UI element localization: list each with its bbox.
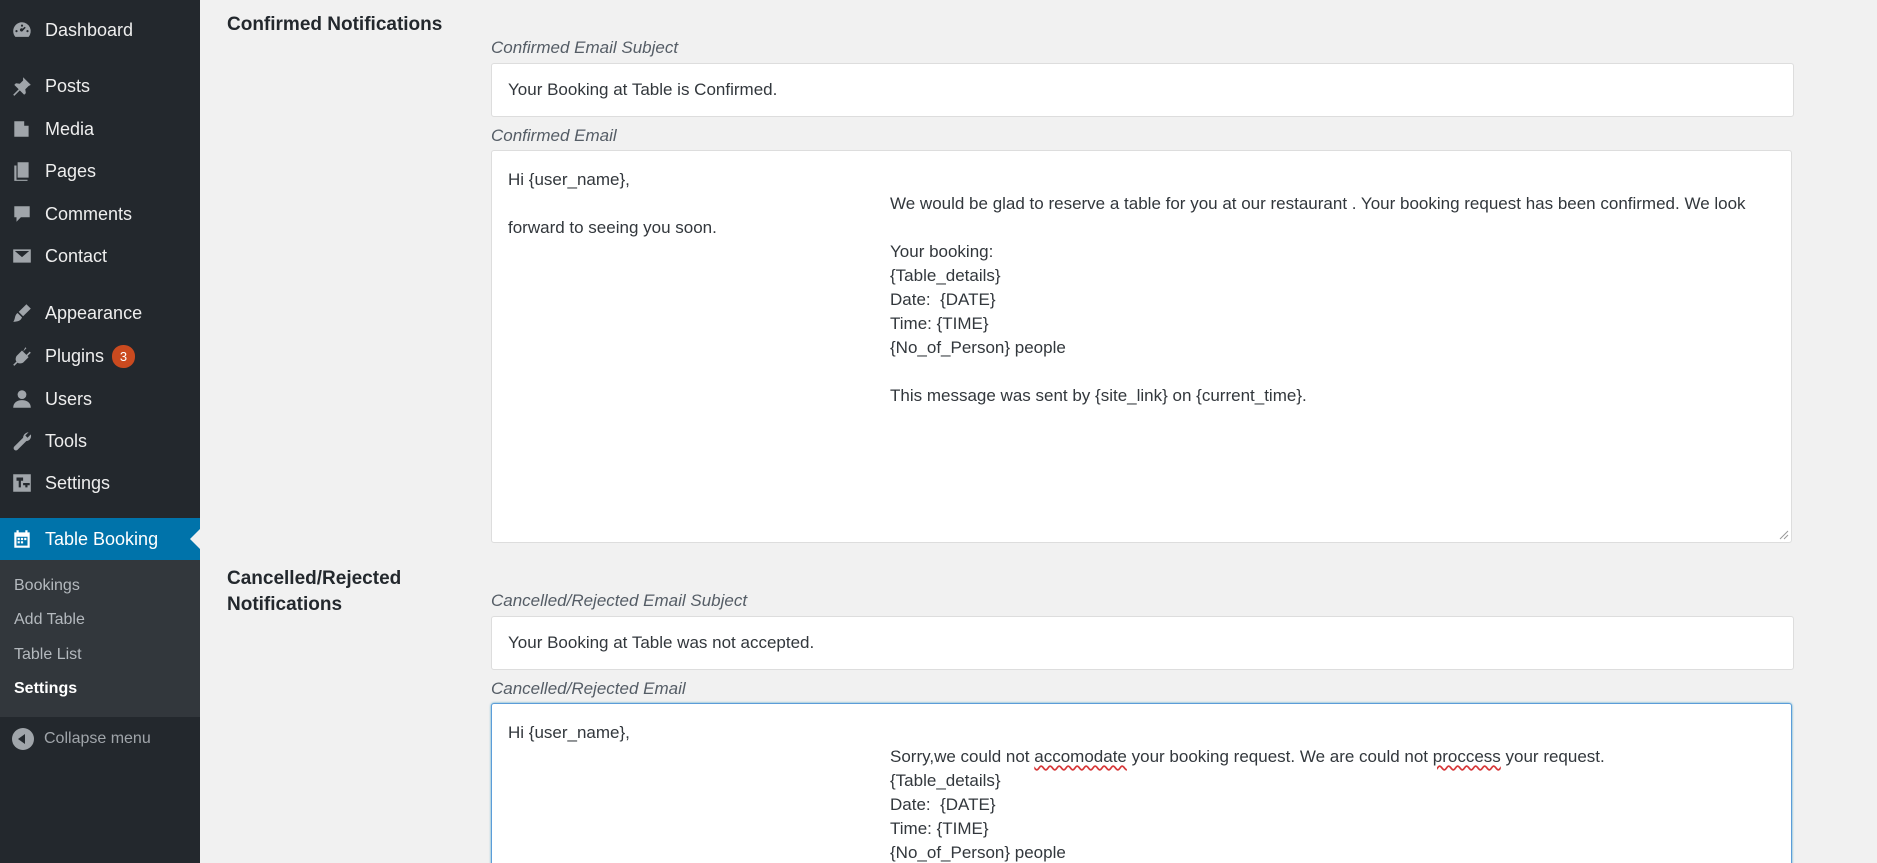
submenu-item-table-list[interactable]: Table List bbox=[14, 646, 82, 664]
calendar-icon bbox=[10, 527, 34, 551]
misspelled-word: proccess bbox=[1432, 747, 1501, 766]
email-line: Date: {DATE} bbox=[890, 290, 996, 309]
email-line: forward to seeing you soon. bbox=[508, 218, 717, 237]
email-text: Sorry,we could not bbox=[890, 747, 1035, 766]
cancelled-email-label: Cancelled/Rejected Email bbox=[491, 679, 686, 698]
email-line: We would be glad to reserve a table for … bbox=[890, 194, 1746, 213]
sidebar-item-table-booking[interactable]: Table Booking bbox=[0, 518, 200, 560]
sidebar-item-appearance[interactable]: Appearance bbox=[0, 292, 200, 334]
sidebar-item-plugins[interactable]: Plugins 3 bbox=[0, 335, 200, 377]
collapse-menu-button[interactable]: Collapse menu bbox=[0, 724, 200, 754]
pages-icon bbox=[10, 159, 34, 183]
confirmed-email-textarea[interactable]: Hi {user_name}, We would be glad to rese… bbox=[491, 150, 1792, 543]
sidebar-item-label: Appearance bbox=[45, 302, 143, 323]
cancelled-section-title-line1: Cancelled/Rejected bbox=[227, 568, 402, 589]
sidebar-item-users[interactable]: Users bbox=[0, 378, 200, 420]
dashboard-icon bbox=[10, 18, 34, 42]
sidebar-item-label: Table Booking bbox=[45, 528, 159, 549]
cancelled-subject-input[interactable]: Your Booking at Table was not accepted. bbox=[491, 616, 1794, 670]
cancelled-section-title: Cancelled/Rejected Notifications bbox=[227, 566, 401, 618]
active-menu-arrow bbox=[190, 529, 200, 549]
sidebar-item-label: Tools bbox=[45, 430, 88, 451]
sidebar-item-label: Posts bbox=[45, 75, 91, 96]
email-line: Time: {TIME} bbox=[890, 314, 989, 333]
collapse-icon bbox=[12, 728, 34, 750]
settings-icon bbox=[10, 471, 34, 495]
sidebar-item-label: Users bbox=[45, 388, 93, 409]
email-text: your request. bbox=[1500, 747, 1605, 766]
wrench-icon bbox=[10, 429, 34, 453]
confirmed-subject-label: Confirmed Email Subject bbox=[491, 38, 679, 57]
sidebar-item-label: Media bbox=[45, 118, 95, 139]
sidebar-item-label: Comments bbox=[45, 203, 133, 224]
sidebar-item-comments[interactable]: Comments bbox=[0, 193, 200, 235]
sidebar-item-contact[interactable]: Contact bbox=[0, 235, 200, 277]
comment-icon bbox=[10, 202, 34, 226]
sidebar-item-pages[interactable]: Pages bbox=[0, 150, 200, 192]
sidebar-item-dashboard[interactable]: Dashboard bbox=[0, 9, 200, 51]
sidebar-item-posts[interactable]: Posts bbox=[0, 65, 200, 107]
submenu-item-bookings[interactable]: Bookings bbox=[14, 577, 80, 595]
user-icon bbox=[10, 387, 34, 411]
pin-icon bbox=[10, 74, 34, 98]
submenu-item-add-table[interactable]: Add Table bbox=[14, 611, 85, 629]
confirmed-subject-value: Your Booking at Table is Confirmed. bbox=[508, 80, 778, 99]
email-line: Sorry,we could not accomodate your booki… bbox=[890, 745, 1605, 769]
cancelled-subject-value: Your Booking at Table was not accepted. bbox=[508, 633, 815, 652]
confirmed-subject-input[interactable]: Your Booking at Table is Confirmed. bbox=[491, 63, 1794, 117]
misspelled-word: accomodate bbox=[1034, 747, 1127, 766]
sidebar-item-label: Dashboard bbox=[45, 19, 134, 40]
brush-icon bbox=[10, 301, 34, 325]
sidebar-item-settings[interactable]: Settings bbox=[0, 462, 200, 504]
email-line: {No_of_Person} people bbox=[890, 338, 1066, 357]
mail-icon bbox=[10, 244, 34, 268]
cancelled-section-title-line2: Notifications bbox=[227, 594, 343, 615]
confirmed-email-label: Confirmed Email bbox=[491, 126, 617, 145]
email-line: {Table_details} bbox=[890, 266, 1001, 285]
email-line: Your booking: bbox=[890, 242, 994, 261]
email-text: your booking request. We are could not bbox=[1126, 747, 1433, 766]
table-booking-submenu: Bookings Add Table Table List Settings bbox=[0, 560, 200, 717]
email-line: {No_of_Person} people bbox=[890, 843, 1066, 862]
sidebar-item-label: Plugins bbox=[45, 345, 105, 366]
sidebar-item-label: Settings bbox=[45, 472, 111, 493]
sidebar-item-tools[interactable]: Tools bbox=[0, 420, 200, 462]
email-line: {Table_details} bbox=[890, 771, 1001, 790]
cancelled-subject-label: Cancelled/Rejected Email Subject bbox=[491, 591, 748, 610]
resize-handle-icon[interactable] bbox=[1779, 530, 1789, 540]
admin-sidebar: Dashboard Posts Media Pages Comments Con… bbox=[0, 0, 200, 863]
sidebar-item-label: Pages bbox=[45, 160, 97, 181]
collapse-menu-label: Collapse menu bbox=[44, 730, 151, 747]
sidebar-item-media[interactable]: Media bbox=[0, 108, 200, 150]
sidebar-item-label: Contact bbox=[45, 245, 108, 266]
cancelled-email-textarea[interactable]: Hi {user_name}, Sorry,we could not accom… bbox=[491, 703, 1792, 863]
email-line: Hi {user_name}, bbox=[508, 170, 630, 189]
submenu-item-settings[interactable]: Settings bbox=[14, 680, 77, 698]
email-line: Date: {DATE} bbox=[890, 795, 996, 814]
media-icon bbox=[10, 117, 34, 141]
plugins-update-badge: 3 bbox=[112, 344, 136, 368]
email-line: Time: {TIME} bbox=[890, 819, 989, 838]
confirmed-section-title: Confirmed Notifications bbox=[227, 14, 443, 35]
plugin-icon bbox=[10, 344, 34, 368]
email-line: This message was sent by {site_link} on … bbox=[890, 386, 1307, 405]
email-line: Hi {user_name}, bbox=[508, 723, 630, 742]
